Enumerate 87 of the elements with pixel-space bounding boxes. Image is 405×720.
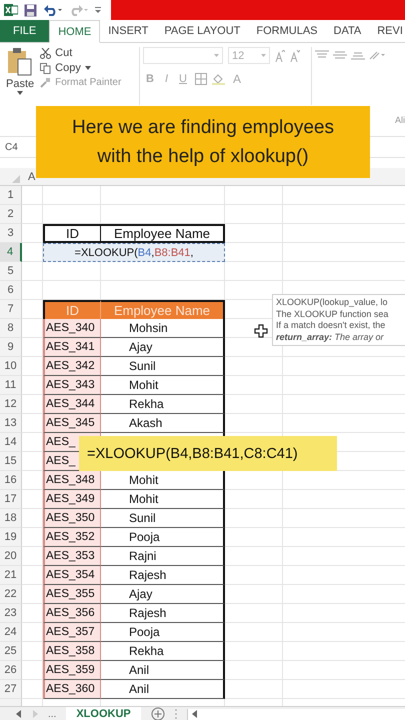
- scissors-icon: [40, 48, 52, 58]
- ribbon-tab[interactable]: FORMULAS: [248, 20, 326, 42]
- table-cell: AES_341: [43, 338, 101, 357]
- sheet-tab[interactable]: XLOOKUP: [66, 706, 141, 720]
- splitter-icon[interactable]: [174, 709, 177, 719]
- table-cell: AES_360: [43, 680, 101, 699]
- table-cell: AES_349: [43, 490, 101, 509]
- table-cell: AES_353: [43, 547, 101, 566]
- table-cell: Akash: [101, 414, 225, 433]
- caption-banner: Here we are finding employees with the help of xlookup(): [36, 106, 370, 178]
- table-header-cell: ID: [43, 224, 101, 243]
- ribbon-tab[interactable]: INSERT: [100, 20, 156, 42]
- formula-cell[interactable]: =XLOOKUP(B4,B8:B41,: [43, 243, 225, 262]
- table-cell: Anil: [101, 661, 225, 680]
- table-cell: AES_342: [43, 357, 101, 376]
- align-bottom-icon[interactable]: [351, 50, 365, 60]
- table-cell: Ajay: [101, 338, 225, 357]
- table-cell: AES_348: [43, 471, 101, 490]
- table-cell: Rajni: [101, 547, 225, 566]
- group-label: Ali: [394, 114, 405, 125]
- ribbon-tab[interactable]: PAGE LAYOUT: [156, 20, 248, 42]
- table-cell: Rajesh: [101, 566, 225, 585]
- table-cell: AES_354: [43, 566, 101, 585]
- borders-icon[interactable]: [194, 73, 207, 85]
- table-cell: Mohit: [101, 376, 225, 395]
- table-cell: Pooja: [101, 623, 225, 642]
- undo-icon[interactable]: [43, 4, 63, 16]
- table-cell: AES_356: [43, 604, 101, 623]
- paste-label[interactable]: Paste: [6, 78, 34, 90]
- cut-label[interactable]: Cut: [55, 47, 72, 59]
- scroll-left-icon[interactable]: [192, 710, 197, 718]
- table-cell: AES_359: [43, 661, 101, 680]
- scroll-left-icon[interactable]: [16, 710, 22, 718]
- excel-logo-icon: [4, 3, 18, 17]
- copy-label[interactable]: Copy: [55, 62, 81, 74]
- table-header-cell: ID: [43, 300, 101, 319]
- redo-icon[interactable]: [69, 4, 89, 16]
- table-cell: AES_355: [43, 585, 101, 604]
- font-name-field[interactable]: [143, 47, 223, 64]
- ribbon-tab[interactable]: REVI: [369, 20, 405, 42]
- table-cell: AES_357: [43, 623, 101, 642]
- table-cell: Rekha: [101, 395, 225, 414]
- table-cell: Rekha: [101, 642, 225, 661]
- table-cell: Mohsin: [101, 319, 225, 338]
- fill-bucket-icon[interactable]: [212, 73, 225, 85]
- orientation-icon[interactable]: [369, 50, 385, 60]
- customize-toolbar-icon[interactable]: [95, 6, 101, 14]
- table-cell: AES_352: [43, 528, 101, 547]
- table-cell: Anil: [101, 680, 225, 699]
- table-cell: Mohit: [101, 490, 225, 509]
- table-cell: AES_358: [43, 642, 101, 661]
- align-top-icon[interactable]: [315, 50, 329, 60]
- clipboard-icon[interactable]: [7, 47, 34, 77]
- table-cell: Pooja: [101, 528, 225, 547]
- more-sheets-button[interactable]: ...: [48, 708, 56, 720]
- save-icon[interactable]: [24, 4, 37, 16]
- table-cell: Rajesh: [101, 604, 225, 623]
- align-middle-icon[interactable]: [333, 50, 347, 60]
- table-cell: AES_350: [43, 509, 101, 528]
- row-header[interactable]: 4: [0, 243, 22, 262]
- shrink-font-icon[interactable]: [290, 50, 300, 62]
- column-header[interactable]: A: [28, 170, 36, 182]
- ribbon-tab[interactable]: HOME: [49, 20, 100, 43]
- table-cell: AES_340: [43, 319, 101, 338]
- table-cell: Ajay: [101, 585, 225, 604]
- table-cell: Sunil: [101, 509, 225, 528]
- table-cell: AES_344: [43, 395, 101, 414]
- grow-font-icon[interactable]: [275, 50, 285, 62]
- brush-icon: [40, 77, 52, 88]
- function-tooltip: XLOOKUP(lookup_value, lo The XLOOKUP function sea If a match doesn't exist, the return_array: The array or: [272, 294, 405, 346]
- ribbon-tab[interactable]: DATA: [326, 20, 370, 42]
- table-cell: AES_345: [43, 414, 101, 433]
- cell-cursor-icon: [254, 324, 268, 338]
- caret-icon[interactable]: [17, 91, 24, 95]
- caret-icon[interactable]: [84, 66, 91, 70]
- name-box[interactable]: C4: [5, 142, 18, 152]
- copy-icon: [40, 62, 52, 74]
- table-cell: Sunil: [101, 357, 225, 376]
- formula-callout: =XLOOKUP(B4,B8:B41,C8:C41): [79, 436, 337, 471]
- scroll-right-icon[interactable]: [32, 710, 38, 718]
- table-header-cell: Employee Name: [101, 300, 225, 319]
- table-header-cell: Employee Name: [101, 224, 225, 243]
- add-sheet-icon[interactable]: [150, 707, 165, 720]
- ribbon-tab[interactable]: FILE: [0, 20, 50, 42]
- table-cell: AES_343: [43, 376, 101, 395]
- select-all-icon[interactable]: [12, 175, 20, 183]
- horizontal-scrollbar[interactable]: [186, 708, 405, 720]
